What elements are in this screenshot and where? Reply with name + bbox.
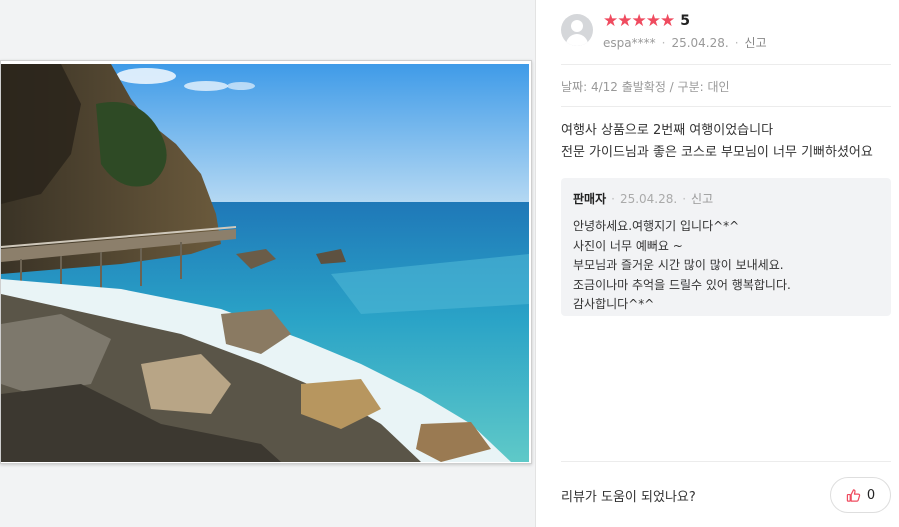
thumbs-up-icon	[846, 488, 861, 502]
report-link[interactable]: 신고	[745, 34, 767, 51]
seller-reply-body: 안녕하세요.여행지기 입니다^*^ 사진이 너무 예뻐요 ~ 부모님과 즐거운 …	[573, 217, 879, 315]
seller-reply-line: 조금이나마 추억을 드릴수 있어 행복합니다.	[573, 277, 791, 292]
separator-dot: ·	[734, 35, 739, 50]
star-icon: ★	[603, 11, 618, 31]
helpful-question: 리뷰가 도움이 되었나요?	[561, 490, 696, 505]
divider	[561, 461, 891, 462]
helpful-like-button[interactable]: 0	[830, 477, 891, 513]
rating-score: 5	[680, 13, 690, 29]
review-meta: espa**** · 25.04.28. · 신고	[603, 34, 767, 51]
star-icon: ★	[617, 11, 632, 31]
star-icon: ★	[645, 11, 661, 31]
separator-dot: ·	[682, 191, 687, 206]
separator-dot: ·	[661, 35, 666, 50]
star-icon: ★	[631, 11, 647, 31]
review-detail-panel: ★ ★ ★ ★ ★ 5 espa**** · 25.04.28. · 신고 날짜…	[537, 0, 899, 527]
review-line: 전문 가이드님과 좋은 코스로 부모님이 너무 기뻐하셨어요	[561, 145, 873, 160]
user-avatar-icon	[561, 14, 593, 46]
seller-reply-line: 부모님과 즐거운 시간 많이 많이 보내세요.	[573, 258, 784, 272]
reviewer-id: espa****	[603, 35, 656, 50]
like-count: 0	[866, 487, 876, 503]
seller-reply-header: 판매자 · 25.04.28. · 신고	[573, 190, 879, 207]
reviewer-header: ★ ★ ★ ★ ★ 5 espa**** · 25.04.28. · 신고	[561, 12, 891, 52]
photo-viewer	[0, 0, 536, 527]
seller-reply-line: 안녕하세요.여행지기 입니다^*^	[573, 219, 740, 233]
separator-dot: ·	[611, 191, 615, 206]
star-icon: ★	[660, 11, 675, 31]
seller-reply-date: 25.04.28.	[619, 191, 678, 206]
seller-reply-line: 사진이 너무 예뻐요 ~	[573, 238, 683, 253]
star-rating: ★ ★ ★ ★ ★ 5	[603, 12, 690, 30]
review-photo[interactable]	[0, 60, 532, 464]
coastal-scene-image	[1, 64, 529, 462]
seller-name: 판매자	[573, 192, 607, 206]
seller-report-link[interactable]: 신고	[691, 190, 713, 207]
review-line: 여행사 상품으로 2번째 여행이었습니다	[561, 123, 774, 138]
divider	[561, 64, 891, 65]
seller-reply: 판매자 · 25.04.28. · 신고 안녕하세요.여행지기 입니다^*^ 사…	[561, 178, 891, 316]
seller-reply-line: 감사합니다^*^	[573, 297, 655, 311]
review-date: 25.04.28.	[671, 35, 729, 50]
review-content: 여행사 상품으로 2번째 여행이었습니다 전문 가이드님과 좋은 코스로 부모님…	[561, 120, 873, 164]
divider	[561, 106, 891, 107]
trip-info: 날짜: 4/12 출발확정 / 구분: 대인	[561, 80, 730, 94]
